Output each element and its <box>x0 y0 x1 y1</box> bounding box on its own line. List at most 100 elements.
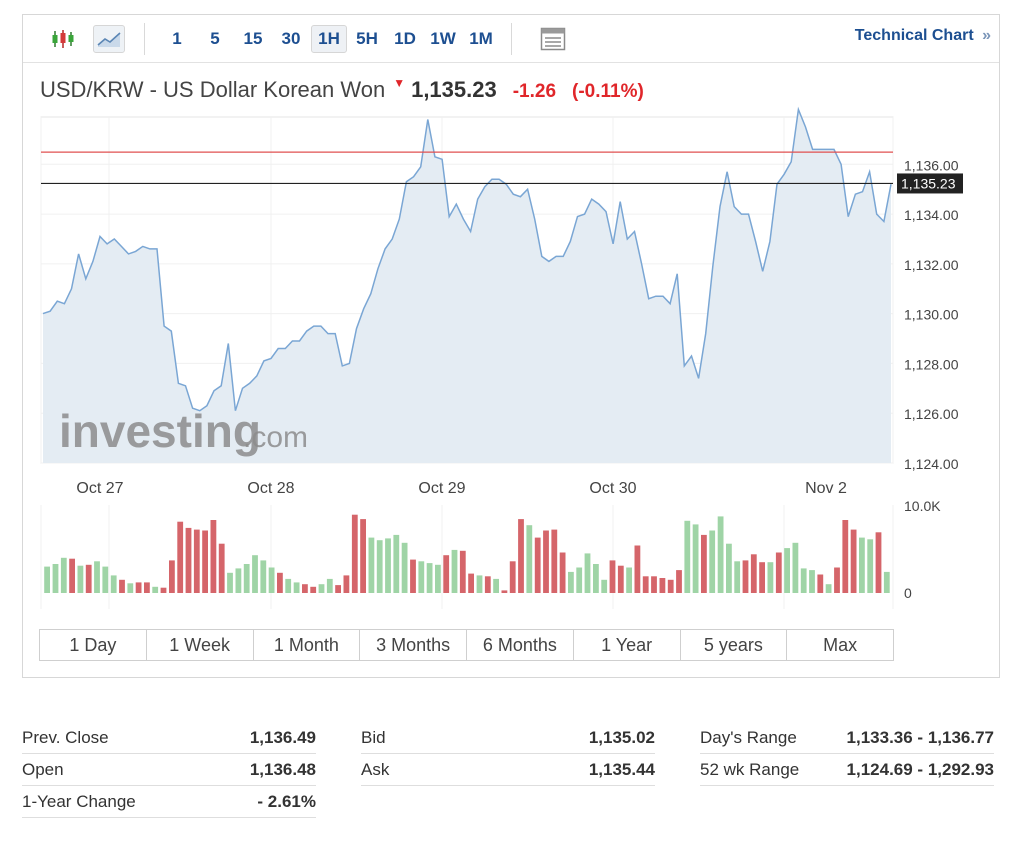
volume-bar <box>135 582 142 593</box>
volume-bar <box>883 571 890 593</box>
volume-bar <box>759 562 765 593</box>
volume-bar <box>443 555 450 593</box>
y-tick-label: 1,136.00 <box>904 157 959 173</box>
volume-bar <box>817 574 824 593</box>
volume-bar <box>784 548 790 593</box>
y-tick-label: 1,124.00 <box>904 456 959 472</box>
volume-bar <box>842 520 849 593</box>
volume-bar <box>825 584 832 593</box>
volume-bar <box>318 584 325 593</box>
volume-bar <box>119 579 125 593</box>
stat-value: 1,133.36 - 1,136.77 <box>846 727 994 747</box>
y-tick-label: 1,134.00 <box>904 207 959 223</box>
range-1-day[interactable]: 1 Day <box>40 630 147 660</box>
stat-label: Prev. Close <box>22 727 109 747</box>
y-tick-label: 1,128.00 <box>904 356 959 372</box>
investing-watermark: investing <box>59 405 261 457</box>
volume-bar <box>243 564 250 593</box>
volume-bar <box>418 561 425 593</box>
quote-stats: Prev. Close 1,136.49 Open 1,136.48 1-Year Ch… <box>22 722 997 822</box>
volume-bar <box>601 579 608 593</box>
volume-bar <box>692 524 699 593</box>
volume-bar <box>617 565 624 593</box>
range-3-months[interactable]: 3 Months <box>360 630 467 660</box>
volume-bar <box>717 516 724 593</box>
volume-bar <box>634 545 641 593</box>
volume-bar <box>235 568 242 593</box>
y-tick-label: 1,130.00 <box>904 307 959 323</box>
volume-bar <box>684 520 691 593</box>
volume-bar <box>859 537 865 593</box>
stat-value: 1,136.49 <box>249 727 316 747</box>
volume-bar <box>252 555 258 593</box>
volume-bar <box>102 566 109 593</box>
volume-bar <box>160 587 167 593</box>
volume-area <box>41 505 893 593</box>
volume-bar <box>302 584 308 593</box>
volume-bar <box>626 567 632 593</box>
range-1-month[interactable]: 1 Month <box>253 630 361 660</box>
volume-bar <box>792 542 799 593</box>
volume-bar <box>659 578 666 593</box>
volume-bar <box>52 564 59 593</box>
volume-bar <box>227 572 233 593</box>
volume-bar <box>385 538 391 593</box>
price-chart[interactable]: 1,124.00 1,126.00 1,128.00 1,130.00 1,132.00… <box>23 15 999 625</box>
stat-value: 1,135.02 <box>588 727 655 747</box>
volume-bar <box>152 586 159 593</box>
volume-bar <box>476 575 483 593</box>
stat-value: 1,124.69 - 1,292.93 <box>846 759 994 779</box>
volume-bar <box>834 567 840 593</box>
volume-bar <box>69 558 75 593</box>
volume-bar <box>60 557 67 593</box>
volume-bar <box>609 560 616 593</box>
range-5-years[interactable]: 5 years <box>680 630 788 660</box>
volume-bar <box>709 530 716 593</box>
current-price-label: 1,135.23 <box>901 175 956 191</box>
volume-bar <box>202 530 208 593</box>
volume-bar <box>875 532 882 593</box>
range-1-year[interactable]: 1 Year <box>573 630 681 660</box>
x-tick-label: Oct 27 <box>76 480 123 497</box>
stat-value: - 2.61% <box>257 791 316 811</box>
time-range-selector: 1 Day 1 Week 1 Month 3 Months 6 Months 1 Year… <box>39 629 894 661</box>
volume-bar <box>518 519 524 593</box>
volume-bar <box>750 554 757 593</box>
volume-bar <box>401 542 408 593</box>
volume-bar <box>543 530 549 593</box>
volume-bar <box>468 573 474 593</box>
stat-row: Prev. Close 1,136.49 <box>22 722 316 754</box>
volume-bar <box>376 540 383 593</box>
chart-panel: 1 5 15 30 1H 5H 1D 1W 1M Technical Chart » USD/K… <box>22 14 1000 678</box>
volume-bar <box>551 529 558 593</box>
y-tick-label: 1,132.00 <box>904 257 959 273</box>
volume-bar <box>568 571 574 593</box>
stat-label: Day's Range <box>700 727 797 747</box>
volume-bar <box>642 576 649 593</box>
volume-bar <box>44 566 50 593</box>
range-6-months[interactable]: 6 Months <box>467 630 574 660</box>
volume-bar <box>277 572 283 593</box>
stat-row: Open 1,136.48 <box>22 754 316 786</box>
range-max[interactable]: Max <box>787 630 893 660</box>
volume-bar <box>218 543 225 593</box>
volume-bar <box>177 521 184 593</box>
x-tick-label: Oct 30 <box>589 480 636 497</box>
volume-bar <box>651 576 657 593</box>
volume-bar <box>343 575 350 593</box>
x-tick-label: Oct 29 <box>418 480 465 497</box>
volume-bar <box>193 529 200 593</box>
volume-bar <box>410 559 416 593</box>
volume-bar <box>110 575 117 593</box>
volume-bar <box>509 561 516 593</box>
volume-bar <box>767 562 774 593</box>
volume-bar <box>559 552 566 593</box>
volume-bar <box>534 537 541 593</box>
stat-label: 52 wk Range <box>700 759 800 779</box>
volume-bar <box>800 568 807 593</box>
volume-bar <box>360 519 366 593</box>
volume-bar <box>127 583 134 593</box>
volume-bar <box>501 590 508 593</box>
range-1-week[interactable]: 1 Week <box>146 630 254 660</box>
stat-label: Ask <box>361 759 390 779</box>
